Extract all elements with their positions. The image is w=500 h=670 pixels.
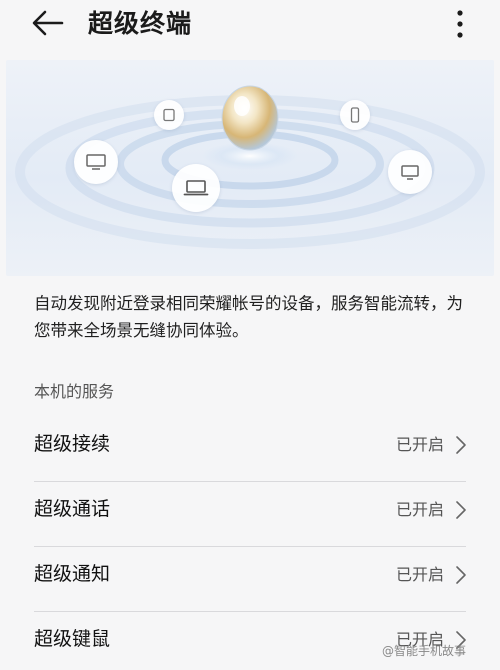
- chevron-right-icon: [456, 436, 466, 454]
- tv-icon: [86, 154, 106, 170]
- service-status: 已开启: [395, 500, 444, 519]
- chevron-right-icon: [456, 501, 466, 519]
- tablet-icon: [163, 108, 175, 122]
- service-label: 超级通话: [34, 498, 111, 520]
- service-row-calls[interactable]: 超级通话 已开启: [0, 481, 500, 545]
- more-options-button[interactable]: [448, 6, 472, 42]
- service-row-notifications[interactable]: 超级通知 已开启: [0, 546, 500, 610]
- service-label: 超级通知: [34, 563, 111, 585]
- page-title: 超级终端: [88, 9, 193, 38]
- service-label: 超级接续: [34, 433, 111, 455]
- service-status: 已开启: [395, 565, 444, 584]
- service-row-keyboard-mouse[interactable]: 超级键鼠 已开启: [0, 611, 500, 670]
- feature-description: 自动发现附近登录相同荣耀帐号的设备，服务智能流转，为您带来全场景无缝协同体验。: [34, 294, 463, 340]
- device-phone[interactable]: [340, 100, 370, 130]
- service-label: 超级键鼠: [34, 628, 111, 650]
- device-tablet[interactable]: [154, 100, 184, 130]
- section-title: 本机的服务: [34, 382, 115, 401]
- laptop-icon: [183, 180, 209, 196]
- device-monitor[interactable]: [388, 150, 432, 194]
- service-row-continuity[interactable]: 超级接续 已开启: [0, 416, 500, 480]
- chevron-right-icon: [456, 566, 466, 584]
- arrow-left-icon: [32, 10, 64, 36]
- device-tv[interactable]: [74, 140, 118, 184]
- hero-illustration: [6, 60, 494, 276]
- top-bar: 超级终端: [0, 0, 500, 52]
- device-laptop[interactable]: [172, 164, 220, 212]
- phone-icon: [350, 107, 360, 123]
- monitor-icon: [401, 165, 419, 180]
- more-vertical-icon: [457, 10, 463, 38]
- back-button[interactable]: [30, 8, 66, 38]
- service-status: 已开启: [395, 435, 444, 454]
- watermark: @智能手机故事: [382, 644, 467, 658]
